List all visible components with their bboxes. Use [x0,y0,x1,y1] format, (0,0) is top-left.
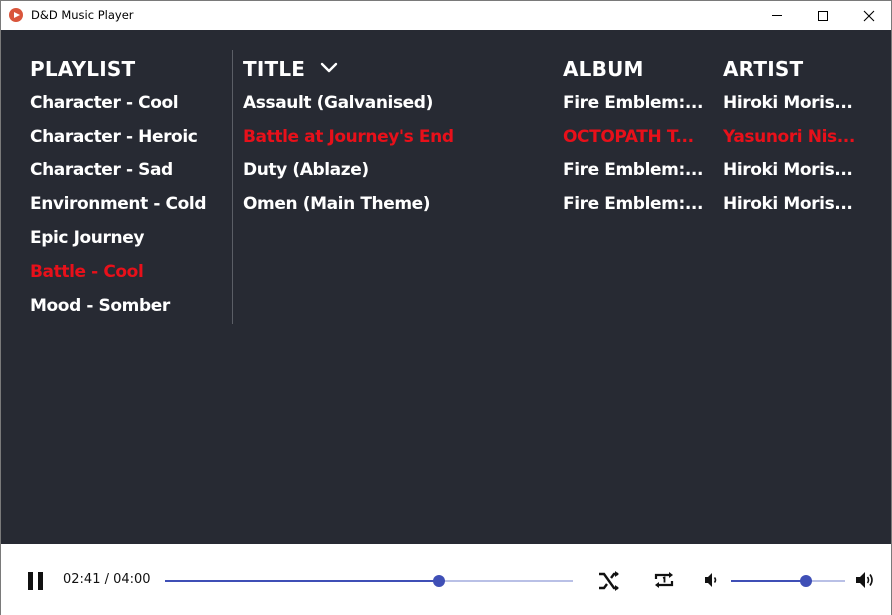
artist-column-header[interactable]: ARTIST [723,57,803,81]
track-title: Duty (Ablaze) [243,160,369,180]
volume-fill [731,580,807,582]
playlist-header: PLAYLIST [30,57,136,81]
album-column-header[interactable]: ALBUM [563,57,644,81]
track-artist: Hiroki Moris... [723,194,853,214]
track-album: Fire Emblem:... [563,93,704,113]
chevron-down-icon[interactable] [319,60,339,74]
library-panel: PLAYLIST TITLE ALBUM ARTIST Character - … [1,30,891,544]
window-title: D&D Music Player [31,8,134,22]
close-icon [863,10,875,21]
playlist-item[interactable]: Epic Journey [30,228,144,248]
close-button[interactable] [846,1,892,30]
volume-low-icon[interactable] [703,571,721,589]
playlist-item[interactable]: Character - Heroic [30,127,198,147]
title-bar[interactable]: D&D Music Player [1,1,891,30]
volume-high-icon[interactable] [854,569,876,591]
progress-thumb[interactable] [432,575,445,587]
playlist-item[interactable]: Character - Cool [30,93,179,113]
progress-slider[interactable] [165,575,573,587]
pause-icon [38,572,43,590]
playlist-item[interactable]: Mood - Somber [30,296,170,316]
time-display: 02:41 / 04:00 [63,572,151,587]
shuffle-icon[interactable] [597,569,621,593]
playlist-item[interactable]: Environment - Cold [30,194,207,214]
track-artist: Hiroki Moris... [723,160,853,180]
track-title: Battle at Journey's End [243,127,454,147]
track-artist: Hiroki Moris... [723,93,853,113]
maximize-button[interactable] [800,1,846,30]
track-artist: Yasunori Nis... [723,127,855,147]
progress-fill [165,580,439,582]
playlist-item[interactable]: Character - Sad [30,160,173,180]
volume-thumb[interactable] [800,575,813,587]
app-window: D&D Music Player PLAYLIST TITLE ALBUM AR… [0,0,892,615]
title-column-header[interactable]: TITLE [243,57,305,81]
repeat-one-icon[interactable] [652,568,676,592]
minimize-icon [772,15,782,16]
volume-slider[interactable] [731,575,845,587]
track-album: Fire Emblem:... [563,194,704,214]
pause-icon [28,572,33,590]
playlist-item-selected[interactable]: Battle - Cool [30,262,144,282]
pause-button[interactable] [27,572,47,590]
maximize-icon [818,10,828,21]
app-logo-icon [9,8,23,22]
player-controls: 02:41 / 04:00 [1,544,891,615]
minimize-button[interactable] [754,1,800,30]
track-album: Fire Emblem:... [563,160,704,180]
track-album: OCTOPATH T... [563,127,694,147]
track-title: Assault (Galvanised) [243,93,433,113]
column-divider [232,50,233,324]
track-title: Omen (Main Theme) [243,194,431,214]
